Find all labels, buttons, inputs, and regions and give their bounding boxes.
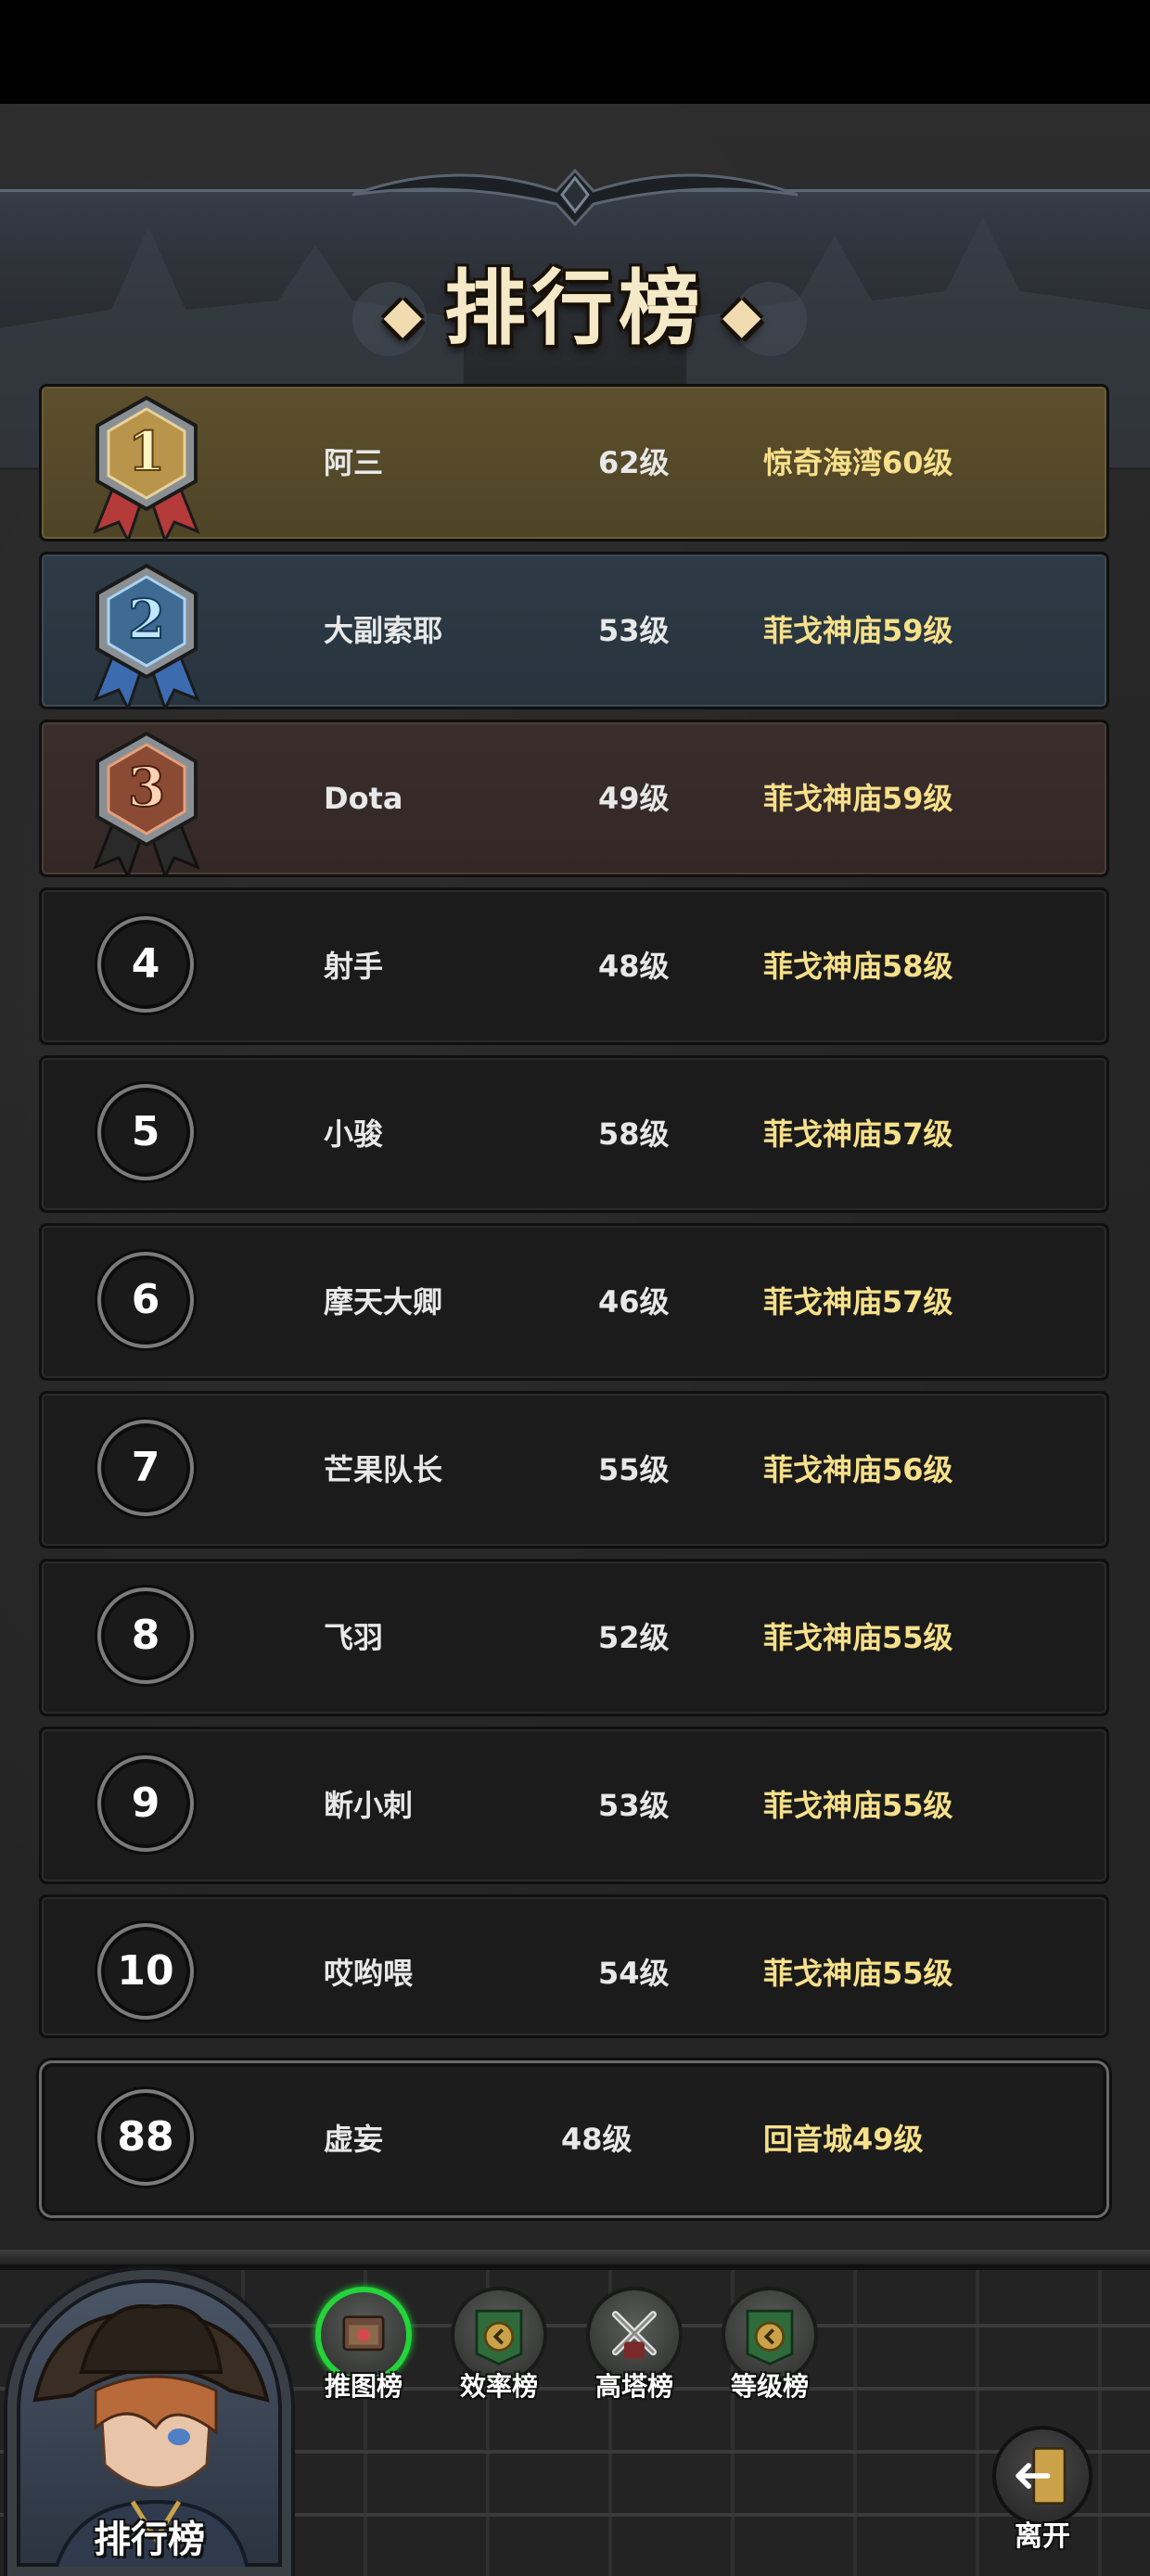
leaderboard-row-4[interactable]: 4 射手 48级 菲戈神庙58级 [39,887,1109,1045]
leaderboard-row-3[interactable]: 3 Dota 49级 菲戈神庙59级 [39,720,1109,877]
rank-number-badge: 9 [97,1755,194,1852]
player-name: 射手 [324,949,384,984]
player-name: 摩天大卿 [324,1284,443,1320]
leaderboard-row-7[interactable]: 7 芒果队长 55级 菲戈神庙56级 [39,1391,1109,1549]
leaderboard-row-5[interactable]: 5 小骏 58级 菲戈神庙57级 [39,1055,1109,1213]
tab-label: 高塔榜 [594,2371,673,2402]
leaderboard-row-1[interactable]: 1 阿三 62级 惊奇海湾60级 [39,384,1109,542]
tab-level-ranking[interactable]: 等级榜 [714,2287,825,2407]
top-black-bar [0,0,1150,104]
player-stage: 菲戈神庙57级 [763,1284,953,1320]
leaderboard-row-9[interactable]: 9 断小刺 53级 菲戈神庙55级 [39,1727,1109,1884]
tab-label: 等级榜 [730,2371,809,2402]
leaderboard-row-2[interactable]: 2 大副索耶 53级 菲戈神庙59级 [39,552,1109,709]
player-stage: 菲戈神庙55级 [763,1956,953,1991]
leaderboard-row-6[interactable]: 6 摩天大卿 46级 菲戈神庙57级 [39,1223,1109,1381]
tab-efficiency-ranking[interactable]: 效率榜 [443,2287,555,2407]
leaderboard-row-8[interactable]: 8 飞羽 52级 菲戈神庙55级 [39,1559,1109,1716]
medal-rank-text: 3 [128,756,165,819]
medal-rank-text: 1 [128,420,165,483]
exit-label: 离开 [1015,2520,1070,2553]
rank-number-badge: 7 [97,1420,194,1516]
player-name: 哎哟喂 [324,1956,414,1991]
tab-tower-ranking[interactable]: 高塔榜 [579,2287,690,2407]
player-level: 55级 [598,1452,670,1487]
bronze-medal-icon: 3 [93,731,200,876]
rank-number-badge: 8 [97,1588,194,1684]
title-dot-left: ◆ [383,285,428,344]
player-level: 48级 [598,949,670,984]
player-level: 54级 [598,1956,670,1991]
tab-label: 效率榜 [459,2371,538,2402]
title-dot-right: ◆ [722,285,767,344]
player-level: 58级 [598,1116,670,1152]
player-name: 芒果队长 [324,1452,443,1487]
rank-number-badge: 5 [97,1084,194,1180]
page-title-text: 排行榜 [443,261,706,356]
player-stage: 菲戈神庙55级 [763,1788,953,1823]
player-stage: 菲戈神庙56级 [763,1452,953,1487]
player-name: 大副索耶 [324,613,443,648]
player-name: 小骏 [324,1116,384,1152]
tab-push-map-ranking[interactable]: 推图榜 [308,2287,419,2407]
exit-door-icon [992,2426,1092,2526]
tab-label: 推图榜 [324,2371,402,2402]
portrait-label: 排行榜 [94,2519,205,2561]
player-stage: 菲戈神庙55级 [763,1620,953,1655]
exit-button[interactable]: 离开 [983,2426,1102,2556]
player-stage: 惊奇海湾60级 [763,445,953,480]
leaderboard-row-10[interactable]: 10 哎哟喂 54级 菲戈神庙55级 [39,1894,1109,2038]
rank-number-badge: 6 [97,1252,194,1348]
player-stage: 菲戈神庙57级 [763,1116,953,1152]
player-name: Dota [324,781,403,816]
player-name: 断小刺 [324,1788,414,1823]
my-rank-badge: 88 [97,2089,194,2186]
my-player-level: 48级 [561,2122,632,2157]
my-player-stage: 回音城49级 [763,2122,924,2157]
player-level: 49级 [598,781,670,816]
page-title: ◆ 排行榜 ◆ [0,243,1150,361]
player-name: 阿三 [324,445,384,480]
player-level: 46级 [598,1284,670,1320]
player-level: 53级 [598,613,670,648]
player-level: 53级 [598,1788,670,1823]
silver-medal-icon: 2 [93,563,200,708]
my-player-name: 虚妄 [324,2122,384,2157]
rank-number-badge: 4 [97,916,194,1013]
player-stage: 菲戈神庙58级 [763,949,953,984]
player-name: 飞羽 [324,1620,384,1655]
rank-number-badge: 10 [97,1923,194,2020]
medal-rank-text: 2 [128,588,165,651]
player-stage: 菲戈神庙59级 [763,781,953,816]
title-ornament [351,168,799,227]
player-stage: 菲戈神庙59级 [763,613,953,648]
my-rank-row[interactable]: 88 虚妄 48级 回音城49级 [39,2060,1109,2218]
player-level: 52级 [598,1620,670,1655]
player-level: 62级 [598,445,670,480]
gold-medal-icon: 1 [93,395,200,541]
